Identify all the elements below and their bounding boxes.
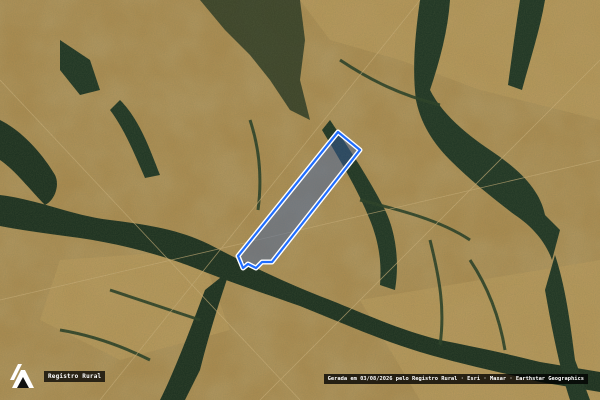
satellite-imagery (0, 0, 600, 400)
brand-name: Registro Rural (44, 370, 106, 382)
map-viewport[interactable]: Registro Rural Gerada em 03/08/2026 pelo… (0, 0, 600, 400)
branding: Registro Rural (8, 362, 106, 390)
registro-rural-logo-icon (10, 364, 34, 388)
map-attribution: Gerada em 03/08/2026 pelo Registro Rural… (323, 374, 588, 384)
